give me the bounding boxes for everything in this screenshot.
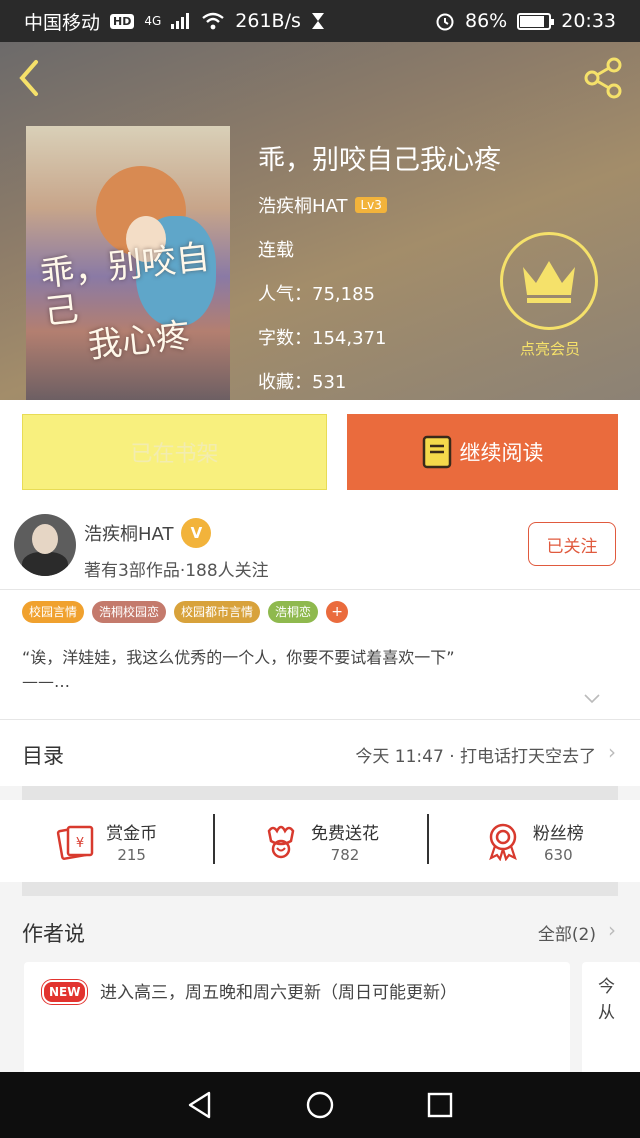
author-post-peek: 从 <box>598 1003 615 1023</box>
reward-coins-button[interactable]: ¥ 赏金币 215 <box>0 800 213 882</box>
battery-icon <box>517 12 555 30</box>
crown-icon <box>523 261 575 303</box>
signal-icon <box>171 13 190 29</box>
book-icon <box>422 435 451 469</box>
share-button[interactable] <box>582 56 626 100</box>
stats-row: ¥ 赏金币 215 免费送花 782 粉丝榜 630 <box>0 800 640 882</box>
flower-icon <box>267 825 295 859</box>
medal-icon <box>488 823 517 861</box>
book-favorites: 收藏：531 <box>258 372 347 393</box>
back-button[interactable] <box>14 58 50 98</box>
hd-icon: HD <box>110 13 135 29</box>
author-name-line: 浩疾桐HAT V <box>84 518 212 548</box>
catalog-row[interactable]: 目录 今天 11:47 · 打电话打天空去了 › <box>0 720 640 786</box>
stat-label: 赏金币 <box>106 823 158 844</box>
section-divider <box>22 882 618 896</box>
clock: 20:33 <box>561 10 616 32</box>
tag-item[interactable]: 浩桐校园恋 <box>92 601 167 623</box>
author-post-card[interactable]: 今 从 <box>582 962 640 1082</box>
battery-percent: 86% <box>465 10 508 32</box>
book-author[interactable]: 浩疾桐HAT <box>258 192 347 218</box>
view-all-link[interactable]: 全部(2) <box>538 920 596 945</box>
status-bar: 中国移动 HD 4G 261B/s 86% 20:33 <box>0 0 640 42</box>
red-envelope-icon: ¥ <box>56 825 94 860</box>
chevron-left-icon <box>19 60 38 96</box>
vip-button[interactable]: 点亮会员 <box>500 232 600 359</box>
network-type: 4G <box>144 14 162 28</box>
stat-label: 粉丝榜 <box>532 823 584 844</box>
svg-text:¥: ¥ <box>76 836 84 851</box>
add-tag-button[interactable]: + <box>326 601 349 623</box>
system-nav-bar <box>0 1072 640 1138</box>
book-popularity: 人气：75,185 <box>258 284 375 305</box>
back-triangle-icon[interactable] <box>185 1090 215 1120</box>
vip-label: 点亮会员 <box>519 340 580 358</box>
stat-value: 782 <box>330 845 360 864</box>
book-status: 连载 <box>258 240 294 261</box>
book-title: 乖，别咬自己我心疼 <box>258 145 501 176</box>
book-author-line: 浩疾桐HAT Lv3 <box>258 192 387 218</box>
author-says-section: 作者说 全部(2) › NEW 进入高三，周五晚和周六更新（周日可能更新） 今 … <box>0 896 640 1082</box>
tag-list: 校园言情 浩桐校园恋 校园都市言情 浩桐恋 + <box>22 601 349 623</box>
book-intro[interactable]: “诶，洋娃娃，我这么优秀的一个人，你要不要试着喜欢一下” ——… <box>22 646 582 694</box>
fan-ranking-button[interactable]: 粉丝榜 630 <box>426 800 640 882</box>
carrier-label: 中国移动 <box>24 11 101 34</box>
latest-chapter: 今天 11:47 · 打电话打天空去了 <box>355 747 596 767</box>
chevron-right-icon: › <box>608 740 616 764</box>
stat-label: 免费送花 <box>310 823 379 844</box>
home-circle-icon[interactable] <box>305 1090 335 1120</box>
in-shelf-button[interactable]: 已在书架 <box>22 414 327 490</box>
wifi-icon <box>202 12 225 30</box>
chevron-down-icon[interactable] <box>584 694 600 704</box>
network-speed: 261B/s <box>235 10 301 32</box>
tag-item[interactable]: 校园都市言情 <box>174 601 261 623</box>
book-word-count: 字数：154,371 <box>258 328 387 349</box>
tags-and-intro: 校园言情 浩桐校园恋 校园都市言情 浩桐恋 + “诶，洋娃娃，我这么优秀的一个人… <box>0 590 640 720</box>
hourglass-icon <box>311 13 324 29</box>
tag-item[interactable]: 校园言情 <box>22 601 85 623</box>
intro-line: ——… <box>22 672 70 691</box>
follow-button[interactable]: 已关注 <box>528 522 616 566</box>
avatar[interactable] <box>14 514 76 576</box>
avatar-body <box>22 552 68 576</box>
free-flower-button[interactable]: 免费送花 782 <box>213 800 426 882</box>
level-badge: Lv3 <box>355 197 387 213</box>
book-header: 乖，别咬自己 我心疼 乖，别咬自己我心疼 浩疾桐HAT Lv3 连载 人气：75… <box>0 42 640 400</box>
continue-reading-label: 继续阅读 <box>459 441 544 465</box>
author-stats: 著有3部作品·188人关注 <box>84 561 269 581</box>
chevron-right-icon: › <box>608 918 616 942</box>
vip-circle <box>500 232 598 330</box>
stat-value: 630 <box>543 845 573 864</box>
share-icon <box>584 57 622 99</box>
avatar-head <box>32 524 58 554</box>
verified-badge: V <box>181 518 212 548</box>
tag-item[interactable]: 浩桐恋 <box>268 601 319 623</box>
author-post-text: 进入高三，周五晚和周六更新（周日可能更新） <box>100 983 457 1003</box>
new-badge: NEW <box>42 980 88 1004</box>
action-bar: 已在书架 继续阅读 <box>0 400 640 500</box>
continue-reading-button[interactable]: 继续阅读 <box>347 414 618 490</box>
section-divider <box>22 786 618 800</box>
author-row: 浩疾桐HAT V 著有3部作品·188人关注 已关注 <box>0 500 640 590</box>
book-cover[interactable]: 乖，别咬自己 我心疼 <box>26 126 230 400</box>
author-says-title: 作者说 <box>22 922 85 946</box>
author-name[interactable]: 浩疾桐HAT <box>84 520 173 546</box>
catalog-title: 目录 <box>22 744 64 768</box>
author-post-card[interactable]: NEW 进入高三，周五晚和周六更新（周日可能更新） <box>24 962 570 1082</box>
alarm-icon <box>436 13 454 31</box>
stat-value: 215 <box>117 845 146 864</box>
cover-title: 乖，别咬自己 我心疼 <box>38 237 230 370</box>
recent-apps-icon[interactable] <box>425 1090 455 1120</box>
author-post-peek: 今 <box>598 977 615 997</box>
intro-line: “诶，洋娃娃，我这么优秀的一个人，你要不要试着喜欢一下” <box>22 648 455 667</box>
